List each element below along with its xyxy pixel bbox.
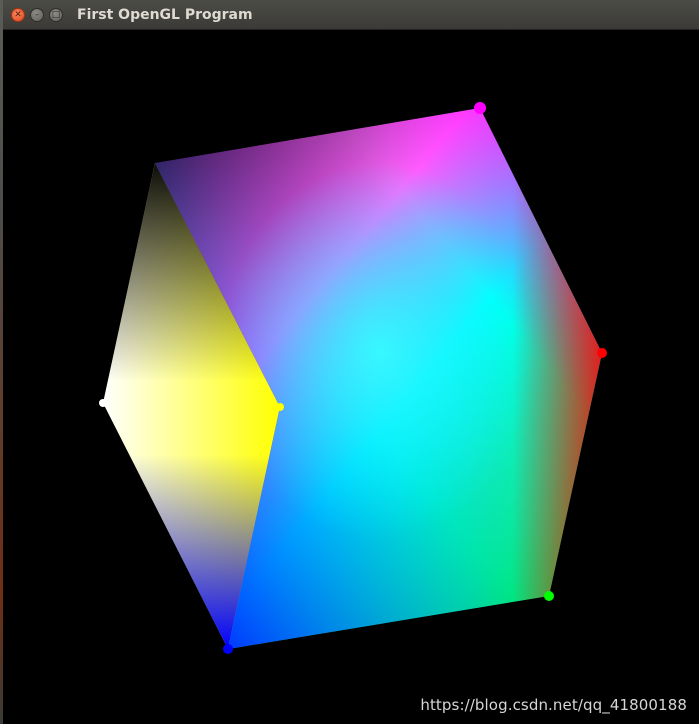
window-title: First OpenGL Program — [77, 6, 253, 23]
maximize-window-button[interactable]: □ — [49, 7, 63, 22]
opengl-viewport[interactable] — [3, 30, 699, 724]
vertex-green — [544, 591, 554, 601]
vertex-magenta — [474, 102, 486, 114]
vertex-white — [99, 399, 107, 407]
minimize-icon: – — [34, 9, 40, 20]
maximize-icon: □ — [51, 9, 61, 20]
minimize-window-button[interactable]: – — [30, 7, 44, 22]
desktop: ✕ – □ First OpenGL Program https://blog.… — [0, 0, 699, 724]
close-window-button[interactable]: ✕ — [11, 7, 25, 22]
watermark-url: https://blog.csdn.net/qq_41800188 — [420, 696, 687, 714]
vertex-yellow — [276, 403, 284, 411]
opengl-window: ✕ – □ First OpenGL Program — [3, 0, 699, 724]
vertex-blue — [223, 644, 233, 654]
vertex-red — [597, 348, 607, 358]
close-icon: ✕ — [14, 9, 22, 20]
color-cube-render — [99, 102, 607, 654]
window-titlebar[interactable]: ✕ – □ First OpenGL Program — [3, 0, 699, 30]
